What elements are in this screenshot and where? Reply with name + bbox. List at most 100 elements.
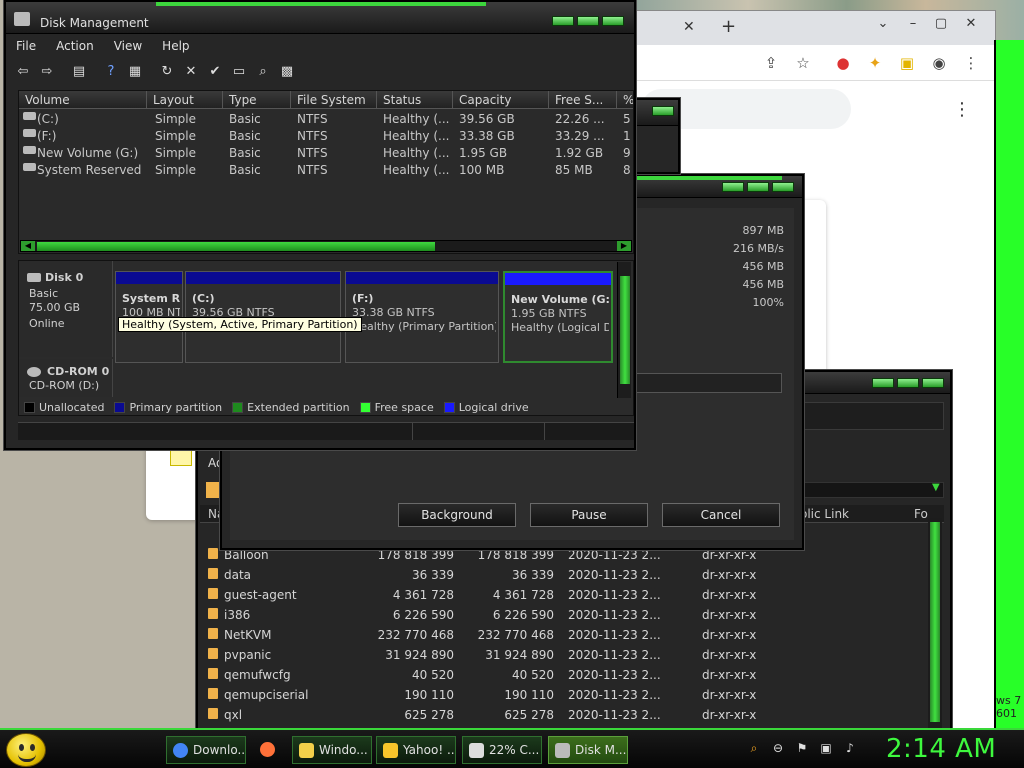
copy-minimize-button[interactable] (722, 182, 744, 192)
minus-tray-icon[interactable]: ⊖ (770, 740, 786, 756)
extensions-puzzle-icon[interactable]: ✦ (865, 53, 885, 73)
taskbar-item[interactable]: Windo... (292, 736, 372, 764)
browser-minimize-icon[interactable]: – (903, 16, 923, 32)
volume-row[interactable]: New Volume (G:) Simple Basic NTFS Healthy (.… (19, 145, 633, 162)
volume-row[interactable]: (F:) Simple Basic NTFS Healthy (... 33.38 GB 3… (19, 128, 633, 145)
file-row[interactable]: NetKVM 232 770 468 232 770 468 2020-11-23 2… (200, 625, 944, 645)
pause-button[interactable]: Pause (530, 503, 648, 527)
taskbar-clock[interactable]: 2:14 AM (886, 734, 996, 764)
file-row[interactable]: qxl 625 278 625 278 2020-11-23 2... dr-xr-xr… (200, 705, 944, 725)
copy-maximize-button[interactable] (747, 182, 769, 192)
file-row[interactable]: guest-agent 4 361 728 4 361 728 2020-11-23 … (200, 585, 944, 605)
settings-grid-icon[interactable]: ▩ (278, 63, 296, 81)
vscroll-thumb[interactable] (620, 276, 630, 384)
taskbar-item[interactable]: Yahoo! ... (376, 736, 456, 764)
file-row[interactable]: pvpanic 31 924 890 31 924 890 2020-11-23 2.… (200, 645, 944, 665)
taskbar-app-icon (383, 743, 398, 758)
open-folder-icon[interactable]: ▭ (230, 63, 248, 81)
volume-row[interactable]: System Reserved Simple Basic NTFS Healthy (.… (19, 162, 633, 179)
action-center-flag-icon[interactable]: ⚑ (794, 740, 810, 756)
fm-maximize-button[interactable] (897, 378, 919, 388)
forward-arrow-icon[interactable]: ⇨ (38, 63, 56, 81)
menu-help[interactable]: Help (152, 36, 199, 56)
bookmark-star-icon[interactable]: ☆ (793, 53, 813, 73)
file-row[interactable]: data 36 339 36 339 2020-11-23 2... dr-xr-xr-… (200, 565, 944, 585)
col-capacity[interactable]: Capacity (453, 91, 549, 109)
fm-minimize-button[interactable] (872, 378, 894, 388)
browser-maximize-icon[interactable]: ▢ (931, 16, 951, 32)
help-icon[interactable]: ? (102, 63, 120, 81)
browser-chevron-icon[interactable]: ⌄ (873, 16, 893, 32)
partition-f[interactable]: (F:) 33.38 GB NTFS Healthy (Primary Part… (345, 271, 499, 363)
dm-window-title: Disk Management (40, 16, 149, 30)
search-tray-icon[interactable]: ⌕ (746, 740, 762, 756)
disk-icon (27, 273, 41, 282)
legend-label: Extended partition (247, 400, 350, 414)
check-icon[interactable]: ✔ (206, 63, 224, 81)
col-layout[interactable]: Layout (147, 91, 223, 109)
refresh-icon[interactable]: ↻ (158, 63, 176, 81)
file-row[interactable]: qemupciserial 190 110 190 110 2020-11-23 2.… (200, 685, 944, 705)
disk0-label-box[interactable]: Disk 0 Basic 75.00 GB Online (19, 261, 113, 357)
dm-titlebar[interactable]: Disk Management (6, 2, 634, 34)
col-file-system[interactable]: File System (291, 91, 377, 109)
fm-col-symlink[interactable]: olic Link (800, 507, 849, 521)
desktop-green-panel (994, 40, 1024, 730)
console-tree-icon[interactable]: ▤ (70, 63, 88, 81)
col-status[interactable]: Status (377, 91, 453, 109)
copy-close-button[interactable] (772, 182, 794, 192)
fm-path-dropdown-icon[interactable]: ▼ (932, 482, 940, 493)
file-cell-date: 2020-11-23 2... (568, 708, 661, 722)
col-percent[interactable]: % (617, 91, 633, 109)
side-panel-icon[interactable]: ▣ (897, 53, 917, 73)
taskbar-item[interactable]: Disk M... (548, 736, 628, 764)
taskbar-item[interactable]: Downlo... (166, 736, 246, 764)
hscroll-thumb[interactable] (37, 242, 435, 251)
volume-row[interactable]: (C:) Simple Basic NTFS Healthy (... 39.56 GB 2… (19, 111, 633, 128)
properties-icon[interactable]: ▦ (126, 63, 144, 81)
menu-view[interactable]: View (104, 36, 152, 56)
extension-flag-icon[interactable]: ● (833, 53, 853, 73)
taskbar-item[interactable] (254, 736, 286, 764)
start-button-smiley-icon[interactable] (6, 733, 46, 767)
volume-tray-icon[interactable]: ♪ (842, 740, 858, 756)
tab-close-icon[interactable]: ✕ (683, 19, 695, 35)
dm-close-button[interactable] (602, 16, 624, 26)
fm-col-folder[interactable]: Fo (914, 507, 928, 521)
new-tab-icon[interactable]: + (721, 16, 736, 37)
volume-cell-status: Healthy (... (383, 129, 450, 143)
bg-window-button[interactable] (652, 106, 674, 116)
cdrom-label-box[interactable]: CD-ROM 0 CD-ROM (D:) (19, 359, 113, 397)
file-cell-attr: dr-xr-xr-x (702, 548, 757, 562)
browser-close-icon[interactable]: ✕ (961, 16, 981, 32)
back-arrow-icon[interactable]: ⇦ (14, 63, 32, 81)
background-button[interactable]: Background (398, 503, 516, 527)
dm-maximize-button[interactable] (577, 16, 599, 26)
legend-swatch (24, 401, 35, 413)
file-row[interactable]: qemufwcfg 40 520 40 520 2020-11-23 2... dr-x… (200, 665, 944, 685)
search-icon[interactable]: ⌕ (254, 63, 272, 81)
col-free-space[interactable]: Free S... (549, 91, 617, 109)
network-tray-icon[interactable]: ▣ (818, 740, 834, 756)
legend-label: Free space (374, 400, 434, 414)
dm-minimize-button[interactable] (552, 16, 574, 26)
delete-icon[interactable]: ✕ (182, 63, 200, 81)
volume-list-hscroll[interactable]: ◀ ▶ (20, 240, 632, 252)
taskbar-item[interactable]: 22% C... (462, 736, 542, 764)
menu-action[interactable]: Action (46, 36, 104, 56)
share-icon[interactable]: ⇪ (761, 53, 781, 73)
hscroll-left-icon[interactable]: ◀ (21, 241, 35, 251)
hscroll-right-icon[interactable]: ▶ (617, 241, 631, 251)
page-menu-icon[interactable]: ⋮ (953, 99, 971, 120)
file-row[interactable]: i386 6 226 590 6 226 590 2020-11-23 2... dr-… (200, 605, 944, 625)
fm-close-button[interactable] (922, 378, 944, 388)
partition-g[interactable]: New Volume (G: 1.95 GB NTFS Healthy (Log… (503, 271, 613, 363)
disk-pane-vscroll[interactable] (617, 262, 631, 398)
browser-menu-icon[interactable]: ⋮ (961, 53, 981, 73)
col-type[interactable]: Type (223, 91, 291, 109)
folder-icon (208, 568, 218, 579)
menu-file[interactable]: File (6, 36, 46, 56)
col-volume[interactable]: Volume (19, 91, 147, 109)
profile-avatar-icon[interactable]: ◉ (929, 53, 949, 73)
cancel-button[interactable]: Cancel (662, 503, 780, 527)
